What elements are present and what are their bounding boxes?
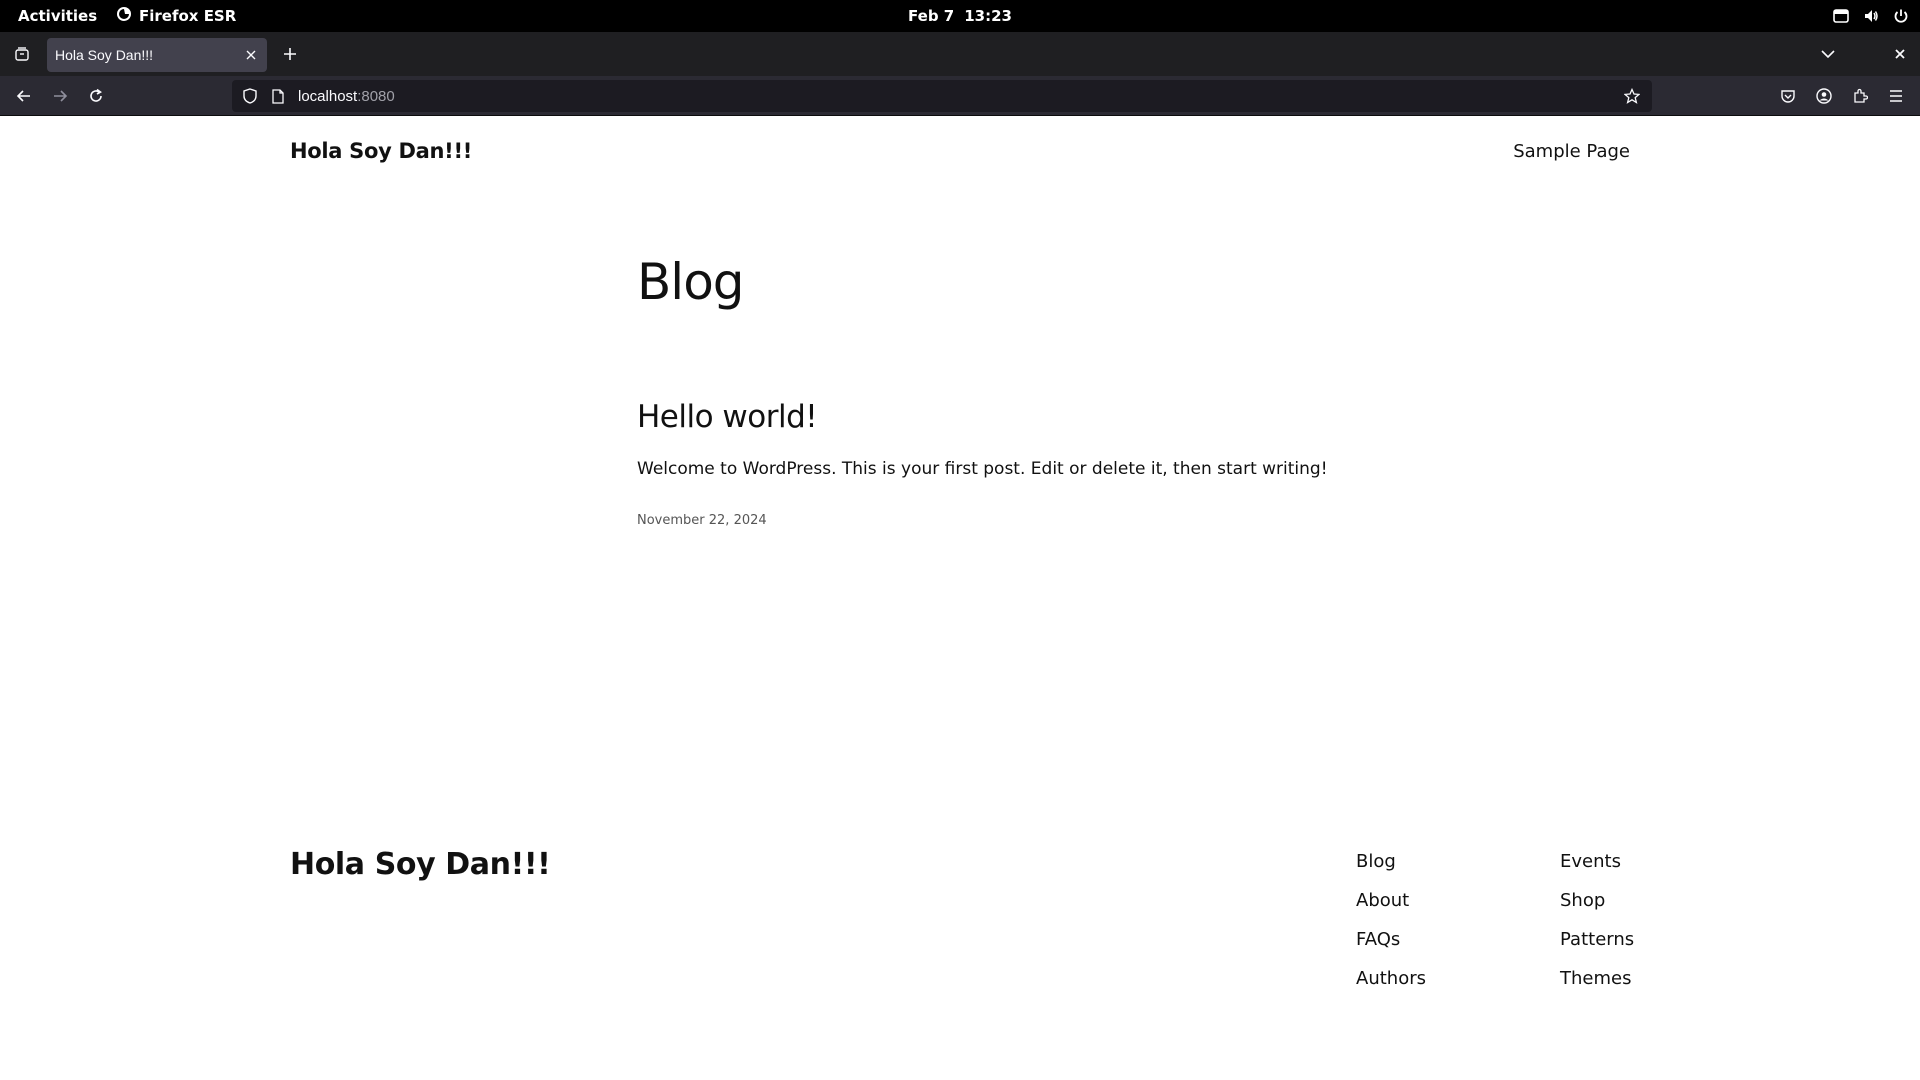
navigation-toolbar: localhost:8080 [0,76,1920,116]
site-title-link[interactable]: Hola Soy Dan!!! [290,139,472,163]
tab-close-icon[interactable] [239,43,263,67]
post-title-link[interactable]: Hello world! [637,399,818,435]
extensions-icon[interactable] [1846,82,1874,110]
footer-link-patterns[interactable]: Patterns [1560,929,1670,950]
volume-icon[interactable] [1862,7,1880,25]
footer-site-title-link[interactable]: Hola Soy Dan!!! [290,847,551,882]
firefox-icon [116,6,132,26]
forward-arrow-icon[interactable] [46,82,74,110]
footer-navigation: Blog Events About Shop FAQs Patterns Aut… [1356,851,1670,989]
pocket-icon[interactable] [1774,82,1802,110]
system-tray[interactable] [1832,0,1910,32]
url-bar[interactable]: localhost:8080 [232,80,1652,112]
post-excerpt: Welcome to WordPress. This is your first… [637,459,1328,479]
app-name: Firefox ESR [139,7,237,25]
footer-link-events[interactable]: Events [1560,851,1670,872]
footer-link-about[interactable]: About [1356,890,1560,911]
tab-title: Hola Soy Dan!!! [55,47,154,63]
tab-strip: Hola Soy Dan!!! [0,32,1920,76]
window-close-icon[interactable] [1886,40,1914,68]
footer-link-authors[interactable]: Authors [1356,968,1560,989]
url-port: :8080 [357,87,395,105]
system-top-bar: Activities Firefox ESR Feb 7 13:23 [0,0,1920,32]
window-icon[interactable] [1832,7,1850,25]
footer-link-themes[interactable]: Themes [1560,968,1670,989]
bookmark-star-icon[interactable] [1618,88,1646,104]
reload-icon[interactable] [82,82,110,110]
header-navigation: Sample Page [1513,141,1630,162]
clock-date[interactable]: Feb 7 [908,7,954,25]
footer-link-shop[interactable]: Shop [1560,890,1670,911]
footer-link-blog[interactable]: Blog [1356,851,1560,872]
url-text[interactable]: localhost:8080 [298,88,1618,105]
power-icon[interactable] [1892,7,1910,25]
page-info-icon[interactable] [268,88,288,104]
post-date[interactable]: November 22, 2024 [637,513,767,528]
hamburger-menu-icon[interactable] [1882,82,1910,110]
footer-link-faqs[interactable]: FAQs [1356,929,1560,950]
list-all-tabs-icon[interactable] [1814,40,1842,68]
app-menu[interactable]: Firefox ESR [116,0,236,32]
tab-active[interactable]: Hola Soy Dan!!! [47,38,267,72]
page-heading: Blog [637,253,745,311]
web-page: Hola Soy Dan!!! Sample Page Blog Hello w… [0,117,1920,1080]
firefox-view-icon[interactable] [8,40,36,68]
back-arrow-icon[interactable] [10,82,38,110]
clock: Feb 7 13:23 [0,0,1920,32]
nav-link-sample-page[interactable]: Sample Page [1513,141,1630,162]
activities-button[interactable]: Activities [18,0,97,32]
new-tab-icon[interactable] [276,40,304,68]
clock-time[interactable]: 13:23 [964,7,1012,25]
url-host: localhost [298,87,358,105]
account-icon[interactable] [1810,82,1838,110]
shield-icon[interactable] [240,88,260,104]
